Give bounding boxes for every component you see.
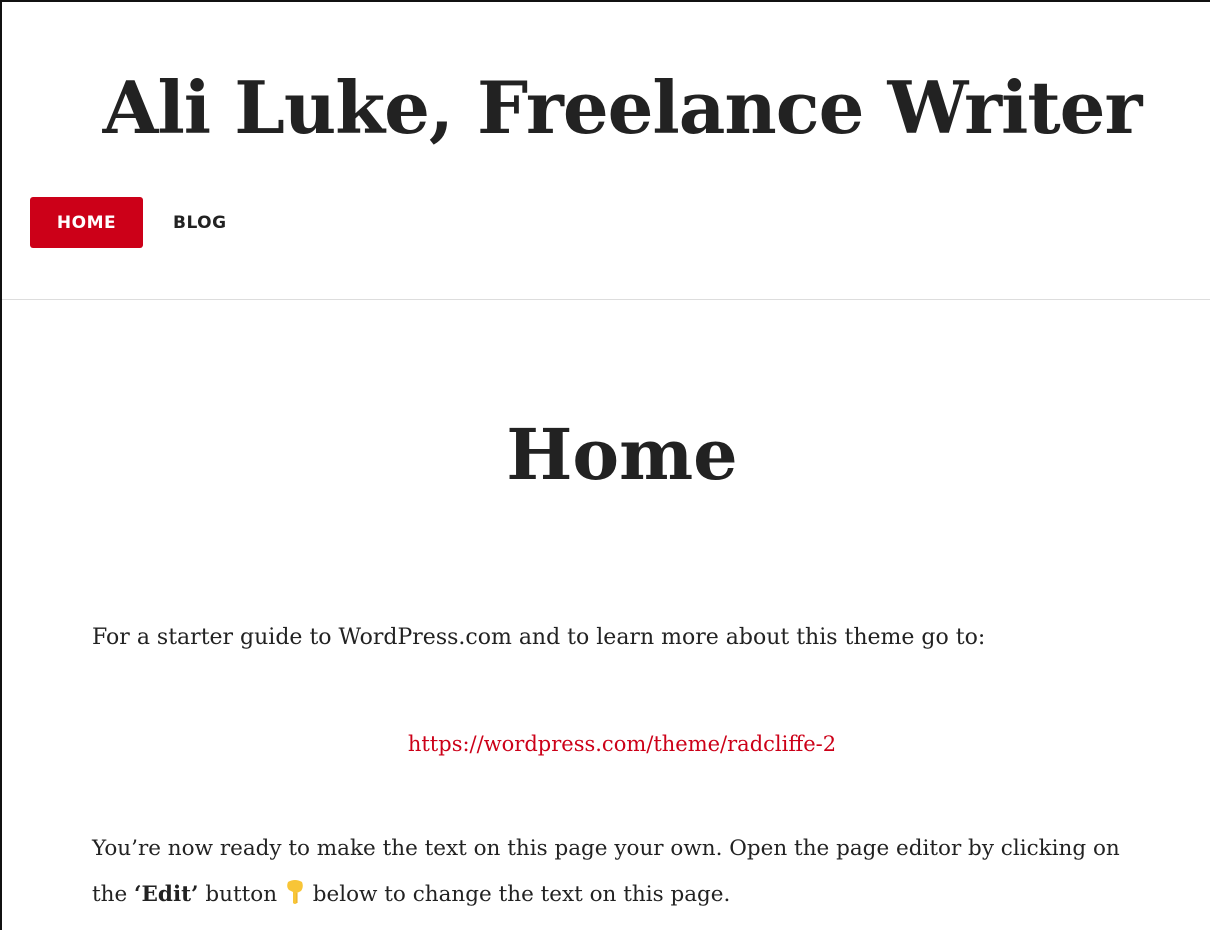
nav-item-blog[interactable]: BLOG [173, 197, 227, 248]
instructions-text-mid: button [198, 882, 284, 907]
theme-link[interactable]: https://wordpress.com/theme/radcliffe-2 [408, 732, 836, 756]
instructions-paragraph: You’re now ready to make the text on thi… [92, 826, 1152, 922]
site-title[interactable]: Ali Luke, Freelance Writer [2, 58, 1210, 158]
edit-keyword: ‘Edit’ [134, 882, 199, 907]
instructions-text-end: below to change the text on this page. [305, 882, 731, 907]
intro-paragraph: For a starter guide to WordPress.com and… [92, 625, 986, 650]
page-title: Home [506, 413, 738, 496]
hand-pointing-down-icon [286, 876, 304, 922]
theme-link-line: https://wordpress.com/theme/radcliffe-2 [2, 726, 1210, 762]
nav-item-home[interactable]: HOME [30, 197, 143, 248]
main-navigation: HOME BLOG [30, 197, 227, 248]
window-top-border [0, 0, 1210, 2]
header-divider [2, 299, 1210, 300]
